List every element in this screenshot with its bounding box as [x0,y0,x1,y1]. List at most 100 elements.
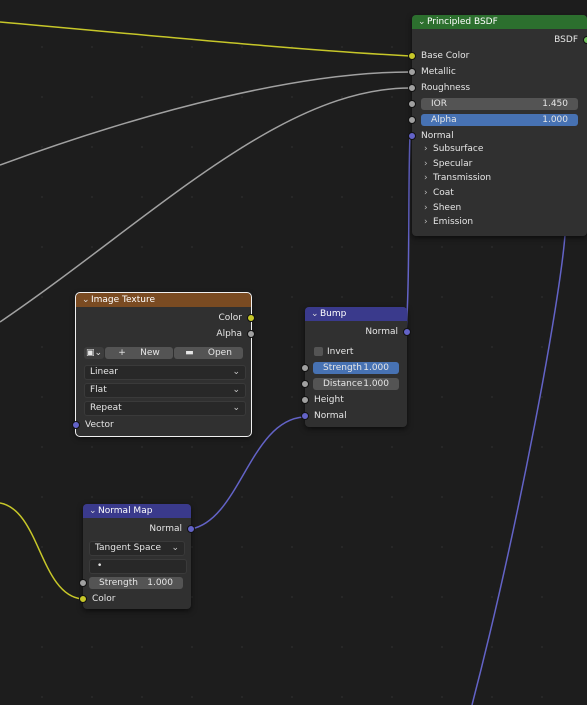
output-socket-bsdf[interactable] [583,36,587,44]
socket-label: Base Color [421,51,470,61]
socket-label: Alpha [216,329,242,339]
uv-map-field[interactable]: • [89,559,187,574]
socket-label: Roughness [421,83,471,93]
interpolation-dropdown[interactable]: Linear ⌄ [84,365,246,380]
strength-field[interactable]: Strength 1.000 [313,362,399,374]
new-image-button[interactable]: + New [105,347,173,359]
socket-row-normal: Normal [408,129,587,143]
field-value: 1.000 [363,379,389,389]
input-socket-roughness[interactable] [408,84,416,92]
input-socket-ior[interactable] [408,100,416,108]
chevron-down-icon[interactable]: ⌄ [311,307,320,321]
socket-row-bsdf: BSDF [412,33,587,47]
dropdown-value: Repeat [90,403,122,413]
ior-field[interactable]: IOR 1.450 [421,98,578,110]
chevron-down-icon[interactable]: ⌄ [418,15,427,29]
link-metallic[interactable] [0,71,411,166]
normal-map-node[interactable]: ⌄Normal Map Normal Tangent Space ⌄ • Stre… [79,504,195,609]
node-header[interactable]: ⌄Bump [305,307,407,321]
field-label: Alpha [431,115,457,125]
input-socket-height[interactable] [301,396,309,404]
field-value: 1.000 [147,578,173,588]
node-header[interactable]: ⌄Normal Map [83,504,191,518]
socket-row-normal-out: Normal [83,522,195,536]
panel-coat[interactable]: › Coat [424,188,454,198]
space-dropdown[interactable]: Tangent Space ⌄ [89,541,185,556]
input-socket-normal[interactable] [408,132,416,140]
output-socket-normal[interactable] [187,525,195,533]
node-header[interactable]: ⌄Principled BSDF [412,15,587,29]
image-texture-node[interactable]: ⌄Image Texture Color Alpha ▣⌄ + New ▬ Op… [72,292,255,437]
chevron-down-icon: ⌄ [232,385,240,395]
image-browse-button[interactable]: ▣⌄ [84,347,104,359]
dropdown-value: Flat [90,385,107,395]
node-header[interactable]: ⌄Image Texture [76,293,251,307]
panel-specular[interactable]: › Specular [424,159,472,169]
panel-sheen[interactable]: › Sheen [424,203,461,213]
link-color-normalmap[interactable] [0,502,83,600]
input-socket-distance[interactable] [301,380,309,388]
projection-dropdown[interactable]: Flat ⌄ [84,383,246,398]
plus-icon: + [118,348,141,358]
chevron-down-icon: ⌄ [232,367,240,377]
panel-transmission[interactable]: › Transmission [424,173,491,183]
invert-checkbox[interactable] [314,347,323,356]
socket-row-metallic: Metallic [408,65,587,79]
chevron-down-icon[interactable]: ⌄ [89,504,98,518]
field-label: IOR [431,99,447,109]
socket-row-height: Height [301,393,407,407]
node-title: Normal Map [98,506,153,516]
socket-label: Normal [149,524,182,534]
folder-icon: ▬ [185,348,208,358]
socket-label: BSDF [554,35,578,45]
field-value: 1.000 [542,115,568,125]
output-socket-color[interactable] [247,314,255,322]
input-socket-base-color[interactable] [408,52,416,60]
button-label: Open [207,348,232,358]
chevron-right-icon: › [424,159,428,169]
link-bump-normal[interactable] [405,135,411,333]
uv-map-icon: • [97,561,103,571]
field-label: Strength [323,363,362,373]
distance-field[interactable]: Distance 1.000 [313,378,399,390]
node-title: Image Texture [91,295,155,305]
link-roughness[interactable] [0,87,411,323]
node-title: Bump [320,309,347,319]
socket-row-color: Color [76,311,255,325]
input-socket-alpha[interactable] [408,116,416,124]
socket-row-vector: Vector [72,418,251,432]
input-socket-color[interactable] [79,595,87,603]
socket-label: Color [92,594,116,604]
input-socket-normal[interactable] [301,412,309,420]
chevron-right-icon: › [424,144,428,154]
socket-row-color: Color [79,592,191,606]
chevron-down-icon[interactable]: ⌄ [82,293,91,307]
principled-bsdf-node[interactable]: ⌄Principled BSDF BSDF Base Color Metalli… [408,15,587,236]
link-base-color[interactable] [0,21,411,57]
invert-row: Invert [305,345,407,359]
input-socket-metallic[interactable] [408,68,416,76]
strength-field[interactable]: Strength 1.000 [89,577,183,589]
chevron-right-icon: › [424,203,428,213]
input-socket-strength[interactable] [79,579,87,587]
extension-dropdown[interactable]: Repeat ⌄ [84,401,246,416]
field-label: Distance [323,379,363,389]
panel-emission[interactable]: › Emission [424,217,473,227]
node-title: Principled BSDF [427,17,498,27]
input-socket-strength[interactable] [301,364,309,372]
alpha-field[interactable]: Alpha 1.000 [421,114,578,126]
panel-subsurface[interactable]: › Subsurface [424,144,483,154]
panel-label: Emission [433,217,474,227]
socket-row-normal-out: Normal [305,325,411,339]
input-socket-vector[interactable] [72,421,80,429]
bump-node[interactable]: ⌄Bump Normal Invert Strength 1.000 Dista… [301,307,411,427]
socket-row-normal-in: Normal [301,409,407,423]
socket-label: Metallic [421,67,456,77]
open-image-button[interactable]: ▬ Open [174,347,243,359]
chevron-right-icon: › [424,173,428,183]
socket-label: Normal [314,411,347,421]
socket-label: Normal [365,327,398,337]
output-socket-alpha[interactable] [247,330,255,338]
link-offscreen-right[interactable] [471,234,566,705]
output-socket-normal[interactable] [403,328,411,336]
